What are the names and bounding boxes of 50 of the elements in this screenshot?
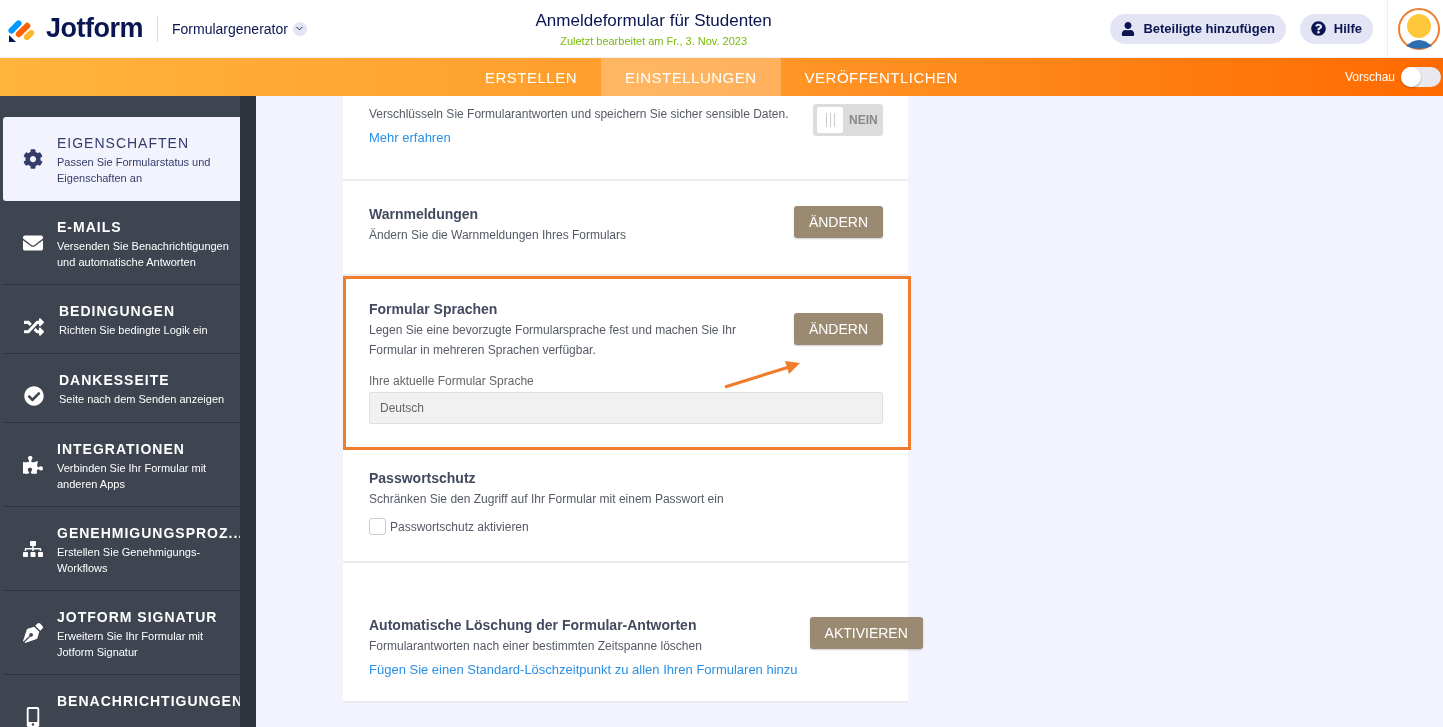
builder-dropdown[interactable]: Formulargenerator — [172, 20, 307, 37]
learn-more-link[interactable]: Mehr erfahren — [369, 130, 801, 145]
language-field[interactable]: Deutsch — [369, 392, 883, 424]
section-description: Verschlüsseln Sie Formularantworten und speichern Sie sicher sensible Daten. — [369, 106, 790, 123]
sidebar-item-subtitle: Versenden Sie Benachrichtigungen und automatische Antworten — [57, 239, 230, 270]
section-description: Legen Sie eine bevorzugte Formularsprache fest und machen Sie Ihr Formular in mehreren Sprachen verfügbar. — [369, 322, 737, 359]
sidebar-item-title: E-MAILS — [57, 219, 123, 235]
section-title: Warnmeldungen — [369, 206, 480, 222]
person-icon — [1121, 21, 1136, 36]
add-collaborator-button[interactable]: Beteiligte hinzufügen — [1110, 13, 1286, 44]
sidebar-item-title: BEDINGUNGEN — [59, 303, 176, 319]
section-description: Formularantworten nach einer bestimmten Zeitspanne löschen — [369, 638, 703, 655]
help-icon — [1310, 21, 1326, 36]
help-button[interactable]: Hilfe — [1299, 13, 1373, 44]
avatar[interactable] — [1398, 7, 1440, 50]
sidebar-item-subtitle: Verbinden Sie Ihr Formular mit anderen Apps — [57, 461, 208, 492]
checkbox-label: Passwortschutz aktivieren — [390, 519, 529, 534]
sidebar-item-title: INTEGRATIONEN — [57, 441, 186, 457]
default-deletion-link[interactable]: Fügen Sie einen Standard-Löschzeitpunkt zu allen Ihren Formularen hinzu — [369, 662, 798, 677]
puzzle-icon — [23, 455, 43, 475]
sidebar-item-subtitle: Seite nach dem Senden anzeigen — [59, 392, 225, 407]
form-title: Anmeldeformular für Studenten — [535, 10, 772, 31]
sidebar-item-subtitle: Erweitern Sie Ihr Formular mit Jotform Signatur — [57, 629, 205, 660]
preview-label: Vorschau — [1344, 70, 1395, 84]
scrollbar[interactable] — [240, 96, 256, 727]
sidebar-item-subtitle: Richten Sie bedingte Logik ein — [59, 323, 208, 338]
field-label: Ihre aktuelle Formular Sprache — [369, 374, 535, 388]
section-description: Ändern Sie die Warnmeldungen Ihres Formulars — [369, 227, 627, 244]
arrow-icon — [723, 360, 801, 390]
preview-switch[interactable] — [1401, 67, 1441, 87]
sidebar-item-title: JOTFORM SIGNATUR — [57, 609, 219, 625]
section-title: Automatische Löschung der Formular-Antworten — [369, 617, 698, 633]
shuffle-icon — [23, 317, 45, 337]
sidebar-item[interactable]: EIGENSCHAFTEN Passen Sie Formularstatus und Eigenschaften an — [3, 117, 240, 201]
section-description: Schränken Sie den Zugriff auf Ihr Formular mit einem Passwort ein — [369, 491, 725, 508]
envelope-icon — [23, 233, 43, 253]
gear-icon — [23, 149, 43, 169]
sidebar-item-title: EIGENSCHAFTEN — [57, 135, 190, 151]
flowchart-icon — [23, 539, 43, 559]
sidebar-item-title: DANKESSEITE — [59, 372, 171, 388]
checkbox[interactable] — [369, 518, 386, 535]
logo-text: Jotform — [46, 13, 143, 44]
sidebar-item-subtitle: Passen Sie Formularstatus und Eigenschaften an — [57, 155, 212, 186]
chevron-down-icon — [292, 21, 307, 36]
section-title: Formular Sprachen — [369, 301, 499, 317]
last-edited-text: Zuletzt bearbeitet am Fr., 3. Nov. 2023 — [560, 34, 748, 47]
section-title: Passwortschutz — [369, 470, 477, 486]
sidebar-item-title: BENACHRICHTIGUNGEN — [57, 693, 243, 709]
sidebar-item-subtitle: Erstellen Sie Genehmigungs-Workflows — [57, 545, 202, 576]
pen-nib-icon — [23, 623, 43, 643]
